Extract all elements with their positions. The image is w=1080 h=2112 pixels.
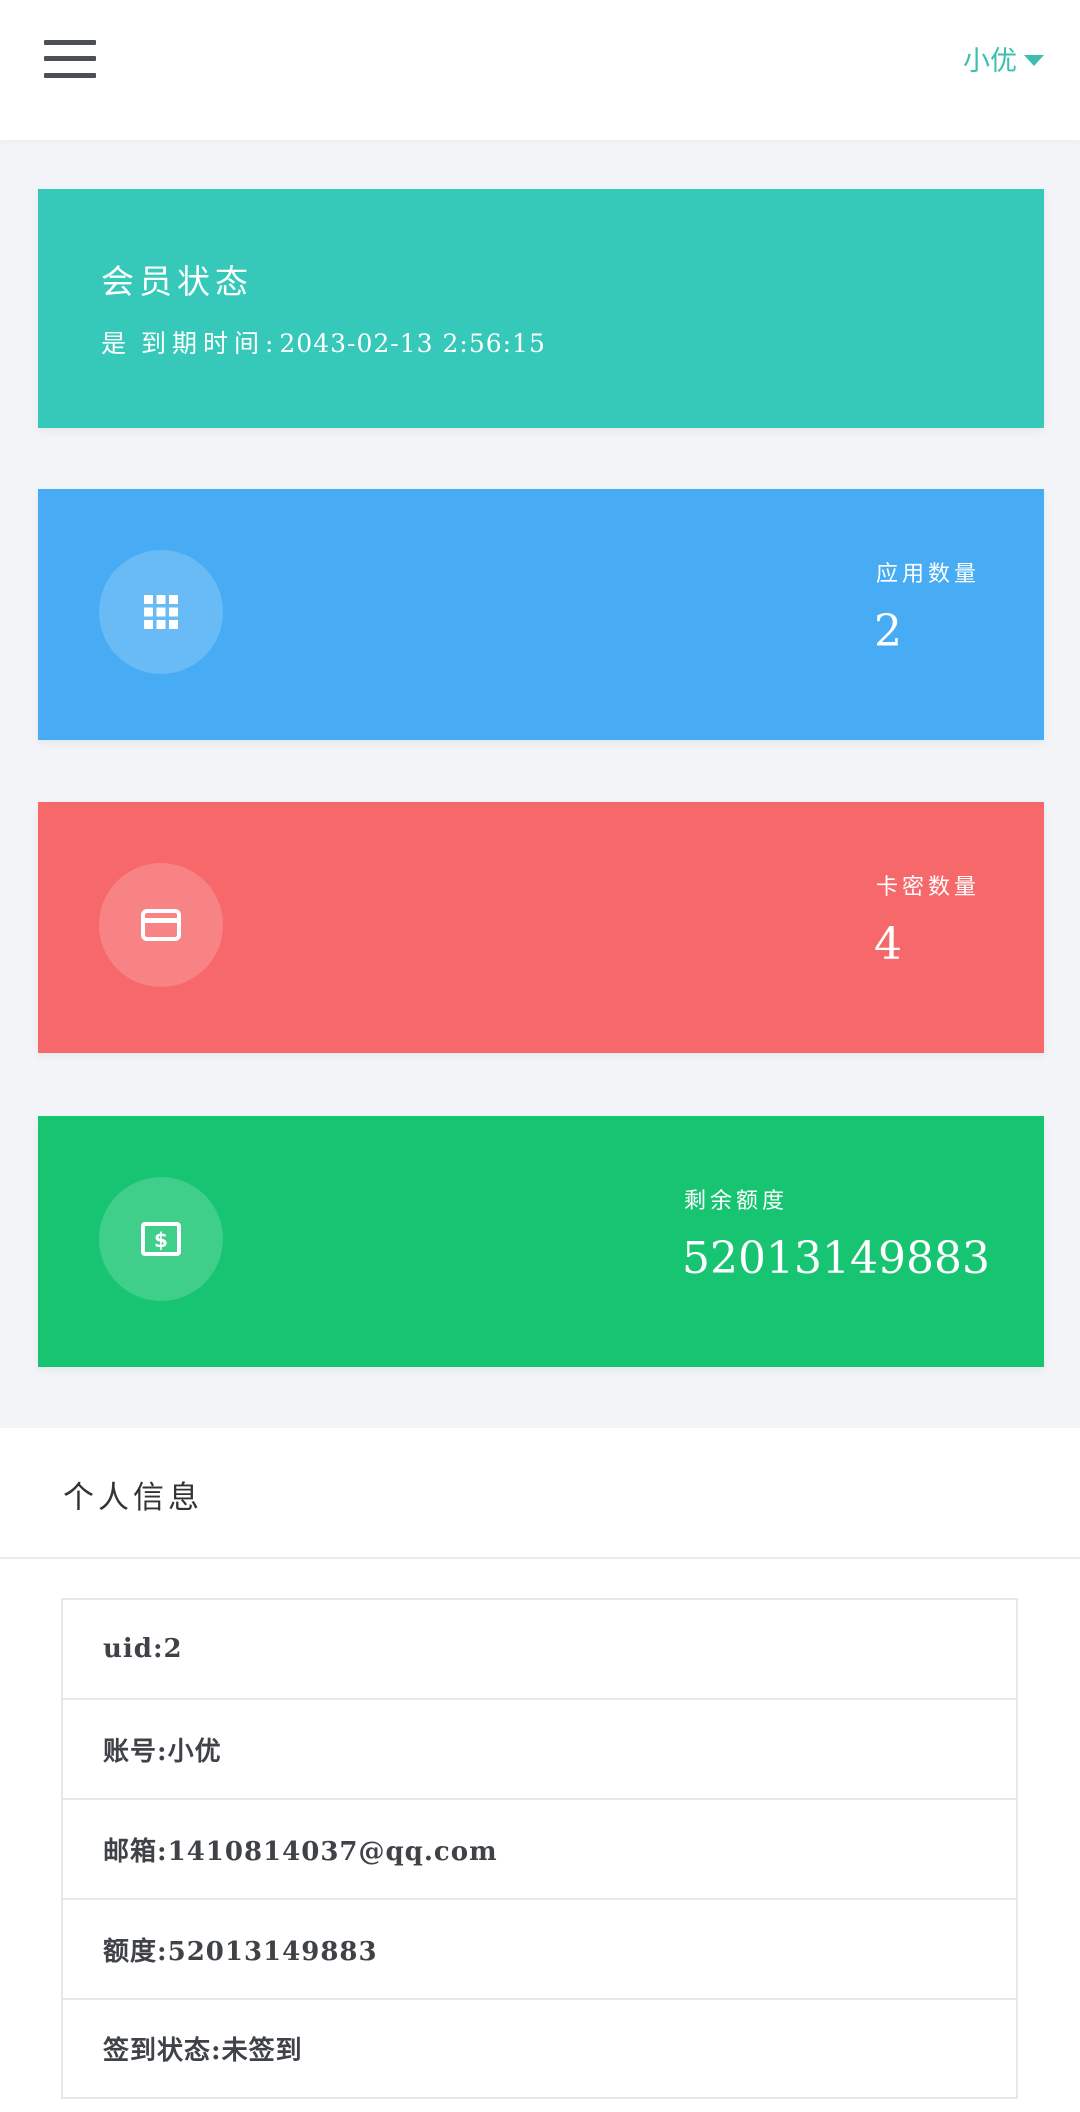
expiry-label: 到期时间: <box>140 329 280 358</box>
member-status-value: 是 <box>101 329 133 358</box>
remaining-quota-card: $ 剩余额度 52013149883 <box>38 1116 1044 1367</box>
user-dropdown[interactable]: 小优 <box>963 40 1044 77</box>
info-row-quota: 额度:52013149883 <box>63 1900 1016 2000</box>
apps-grid-icon <box>144 595 178 629</box>
apps-count-card: 应用数量 2 <box>38 489 1044 740</box>
info-row-uid: uid:2 <box>63 1600 1016 1700</box>
info-row-email: 邮箱:1410814037@qq.com <box>63 1800 1016 1900</box>
keys-icon-circle <box>99 863 223 987</box>
top-bar: 小优 <box>0 0 1080 140</box>
apps-icon-circle <box>99 550 223 674</box>
info-row-checkin-status: 签到状态:未签到 <box>103 2036 303 2066</box>
credit-card-icon <box>141 909 181 941</box>
card-keys-count-card: 卡密数量 4 <box>38 802 1044 1053</box>
personal-info-list: uid:2 账号:小优 邮箱:1410814037@qq.com 额度:5201… <box>61 1598 1018 2099</box>
member-status-title: 会员状态 <box>101 262 253 301</box>
expiry-time: 2043-02-13 2:56:15 <box>279 329 546 358</box>
apps-count-value: 2 <box>874 606 902 657</box>
personal-info-panel: 个人信息 uid:2 账号:小优 邮箱:1410814037@qq.com 额度… <box>0 1428 1080 2112</box>
apps-count-label: 应用数量 <box>876 562 981 587</box>
card-keys-count-label: 卡密数量 <box>876 875 981 900</box>
quota-icon-circle: $ <box>99 1177 223 1301</box>
info-row-account: 账号:小优 <box>63 1700 1016 1800</box>
remaining-quota-value: 52013149883 <box>682 1233 990 1284</box>
menu-icon[interactable] <box>44 40 96 78</box>
member-status-line: 是 到期时间:2043-02-13 2:56:15 <box>101 324 546 360</box>
money-icon: $ <box>141 1222 181 1256</box>
username-label: 小优 <box>963 45 1017 77</box>
svg-text:$: $ <box>154 1228 168 1252</box>
panel-divider <box>0 1557 1080 1559</box>
remaining-quota-label: 剩余额度 <box>684 1189 789 1214</box>
card-keys-count-value: 4 <box>874 919 902 970</box>
caret-down-icon <box>1024 54 1044 66</box>
member-status-card: 会员状态 是 到期时间:2043-02-13 2:56:15 <box>38 189 1044 428</box>
personal-info-title: 个人信息 <box>63 1480 203 1516</box>
